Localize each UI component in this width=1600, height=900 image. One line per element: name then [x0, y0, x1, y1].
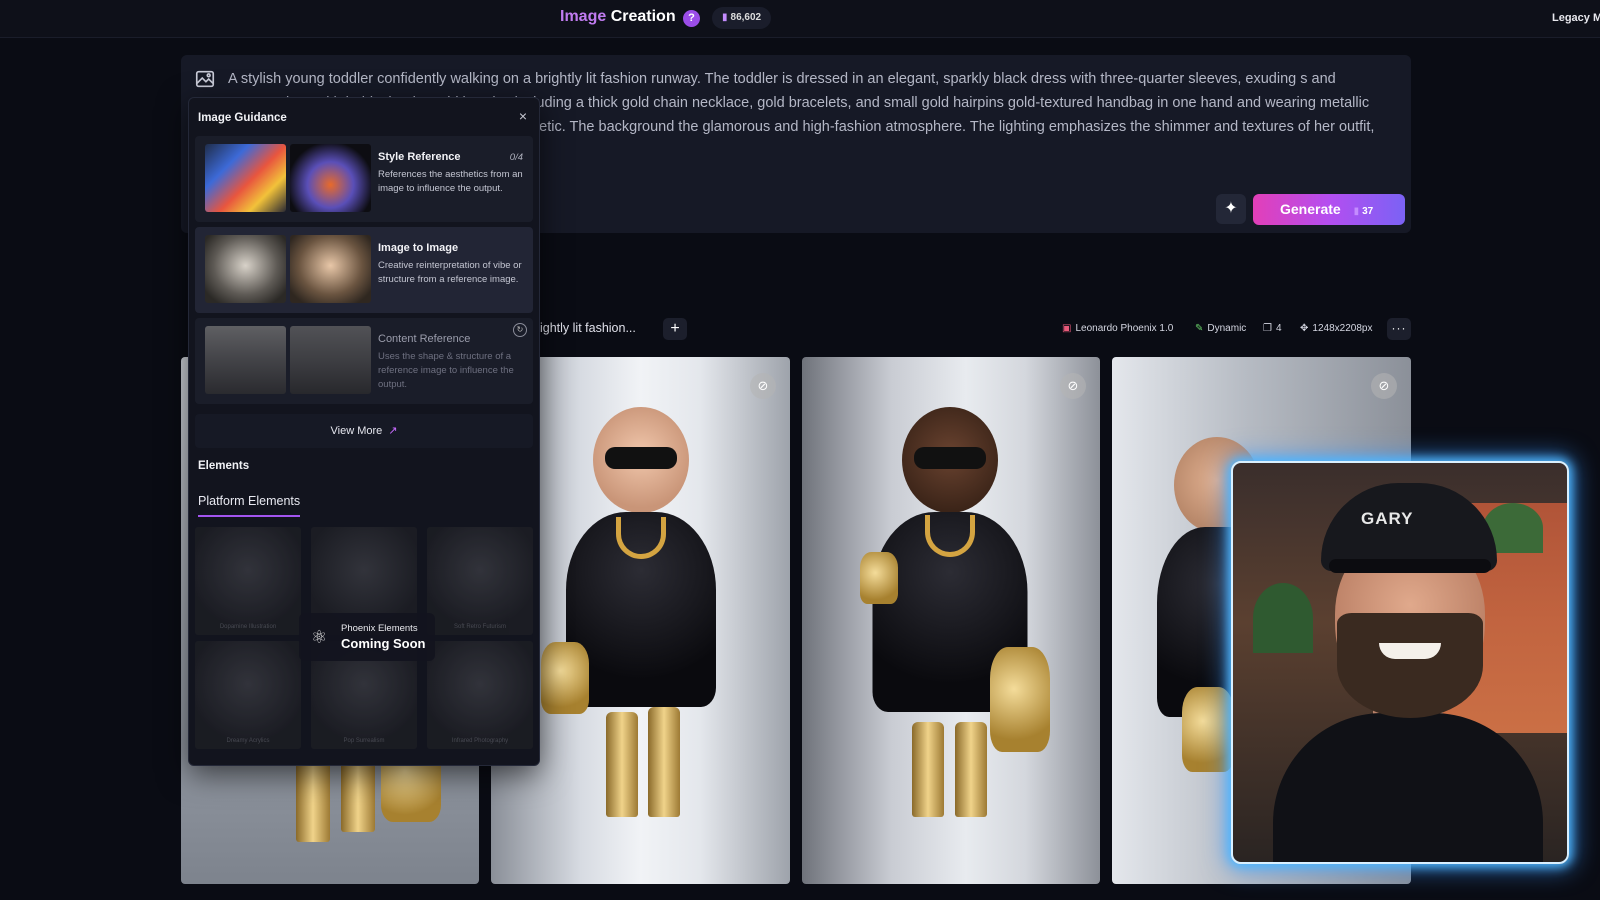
close-icon[interactable]: × — [519, 108, 527, 124]
element-tile: Soft Retro Futurism — [427, 527, 533, 635]
reset-icon[interactable]: ↻ — [513, 323, 527, 337]
content-reference-thumb-2 — [290, 326, 371, 394]
generate-button[interactable]: Generate ▮ 37 — [1253, 194, 1405, 225]
token-icon: ▮ — [1353, 206, 1360, 217]
style-reference-thumb-1 — [205, 144, 286, 212]
element-tile: Dopamine Illustration — [195, 527, 301, 635]
help-icon[interactable]: ? — [683, 10, 700, 27]
style-reference-option[interactable]: Style Reference 0/4 References the aesth… — [195, 136, 533, 222]
cap-text: GARY — [1361, 509, 1414, 528]
generation-title[interactable]: ightly lit fashion... — [540, 321, 636, 335]
element-tile: Infrared Photography — [427, 641, 533, 749]
presenter-beard — [1337, 613, 1483, 718]
top-bar: Image Creation ? ▮ 86,602 Legacy M — [0, 0, 1600, 38]
elements-title: Elements — [198, 460, 250, 472]
elements-grid: Dopamine Illustration Soft Retro Futuris… — [195, 527, 533, 759]
image-subject — [850, 377, 1050, 877]
dimensions-label: ✥ 1248x2208px — [1300, 323, 1373, 334]
image-to-image-option[interactable]: Image to Image Creative reinterpretation… — [195, 227, 533, 313]
add-button[interactable]: + — [663, 318, 687, 340]
more-options-button[interactable]: ··· — [1387, 318, 1411, 340]
webcam-overlay: GARY — [1231, 461, 1569, 864]
image-subject — [541, 377, 741, 877]
image-count-label: ❐ 4 — [1263, 323, 1282, 334]
image-to-image-thumb-1 — [205, 235, 286, 303]
presenter-cap-brim — [1329, 559, 1491, 573]
generate-cost: ▮ 37 — [1353, 206, 1374, 217]
hide-icon[interactable]: ⊘ — [1060, 373, 1086, 399]
external-link-icon: ↗ — [388, 425, 398, 437]
model-label: ▣ Leonardo Phoenix 1.0 — [1062, 323, 1174, 334]
content-reference-thumb-1 — [205, 326, 286, 394]
hide-icon[interactable]: ⊘ — [1371, 373, 1397, 399]
image-guidance-icon[interactable] — [194, 68, 216, 90]
element-tile: Dreamy Acrylics — [195, 641, 301, 749]
model-icon: ▣ — [1062, 323, 1072, 334]
page-title: Image Creation — [560, 8, 676, 25]
view-more-button[interactable]: View More ↗ — [195, 414, 533, 448]
legacy-mode-link[interactable]: Legacy M — [1552, 12, 1600, 24]
prompt-enhance-button[interactable]: ✦ — [1216, 194, 1246, 224]
presenter-shirt — [1273, 713, 1543, 862]
token-icon: ▮ — [722, 12, 728, 23]
coming-soon-badge: ⚛ Phoenix Elements Coming Soon — [299, 613, 435, 661]
generated-image-3[interactable]: ⊘ — [802, 357, 1100, 884]
presenter-smile — [1379, 643, 1441, 659]
hide-icon[interactable]: ⊘ — [750, 373, 776, 399]
resize-icon: ✥ — [1300, 323, 1309, 334]
sparkle-icon: ✦ — [1224, 200, 1238, 217]
style-label: ✎ Dynamic — [1195, 323, 1247, 334]
image-guidance-panel: Image Guidance × Style Reference 0/4 Ref… — [188, 97, 540, 766]
atom-icon: ⚛ — [311, 627, 328, 647]
brush-icon: ✎ — [1195, 323, 1204, 334]
content-reference-option[interactable]: Content Reference ↻ Uses the shape & str… — [195, 318, 533, 404]
images-icon: ❐ — [1263, 323, 1272, 334]
background-plant — [1253, 583, 1313, 653]
token-balance[interactable]: ▮ 86,602 — [712, 7, 772, 29]
tab-platform-elements[interactable]: Platform Elements — [198, 494, 301, 517]
image-to-image-thumb-2 — [290, 235, 371, 303]
style-reference-count: 0/4 — [509, 152, 523, 163]
style-reference-thumb-2 — [290, 144, 371, 212]
image-guidance-title: Image Guidance — [198, 112, 287, 124]
